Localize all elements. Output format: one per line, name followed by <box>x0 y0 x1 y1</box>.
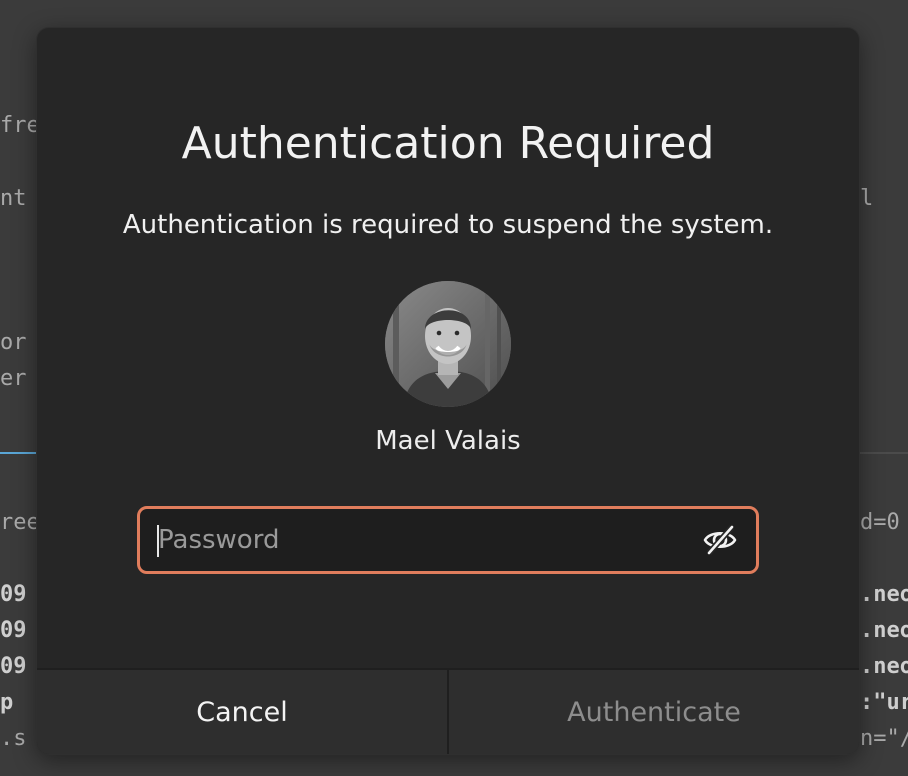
eye-slash-icon <box>703 525 737 555</box>
text-caret <box>157 525 159 557</box>
bg-text-fragment: 09 <box>0 582 27 607</box>
bg-text-fragment: l <box>860 186 874 211</box>
bg-divider-accent <box>0 452 36 454</box>
bg-text-fragment: or <box>0 330 27 355</box>
authentication-dialog: Authentication Required Authentication i… <box>37 28 859 754</box>
dialog-footer: Cancel Authenticate <box>37 668 859 754</box>
bg-text-fragment: .neo <box>860 618 908 643</box>
password-input[interactable] <box>158 509 678 571</box>
user-avatar <box>385 281 511 407</box>
dialog-message: Authentication is required to suspend th… <box>122 210 774 240</box>
avatar-photo-icon <box>385 281 511 407</box>
bg-text-fragment: .s <box>0 726 27 751</box>
bg-text-fragment: fre <box>0 113 40 138</box>
bg-text-fragment: 09 <box>0 654 27 679</box>
bg-text-fragment: er <box>0 366 27 391</box>
authenticate-button[interactable]: Authenticate <box>449 670 859 754</box>
user-name: Mael Valais <box>375 426 521 456</box>
dialog-title: Authentication Required <box>181 118 715 169</box>
password-field-container <box>137 506 759 574</box>
bg-text-fragment: d=0 <box>860 510 900 535</box>
bg-text-fragment: n="/ <box>860 726 908 751</box>
bg-text-fragment: .neo <box>860 582 908 607</box>
bg-text-fragment: :"ur <box>860 690 908 715</box>
bg-text-fragment: p <box>0 690 14 715</box>
bg-text-fragment: .neo <box>860 654 908 679</box>
cancel-button[interactable]: Cancel <box>37 670 449 754</box>
bg-text-fragment: ree <box>0 510 40 535</box>
bg-text-fragment: 09 <box>0 618 27 643</box>
bg-text-fragment: nt <box>0 186 27 211</box>
show-password-button[interactable] <box>702 522 738 558</box>
